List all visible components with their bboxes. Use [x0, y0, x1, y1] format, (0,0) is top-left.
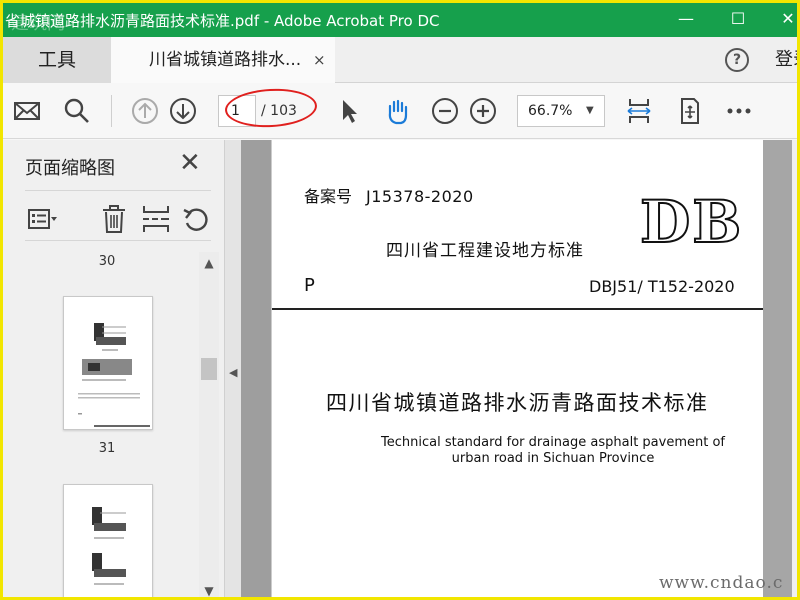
record-label: 备案号 — [304, 187, 353, 206]
thumbnail-panel: 页面缩略图 ✕ 30 31 ▲ ▼ — [3, 140, 225, 597]
panel-scrollbar[interactable] — [199, 252, 219, 597]
options-menu-icon[interactable] — [27, 204, 57, 234]
page-up-icon[interactable] — [131, 97, 159, 125]
thumbnail-label: 30 — [98, 254, 116, 269]
panel-toolbar — [3, 200, 225, 240]
toolbar: 1 / 103 66.7% ▼ — [3, 83, 797, 139]
insert-page-icon[interactable] — [141, 204, 171, 234]
close-icon[interactable]: ✕ — [179, 148, 201, 178]
trash-icon[interactable] — [99, 204, 129, 234]
site-watermark: www.cndao.c — [659, 573, 784, 593]
zoom-value: 66.7% — [528, 103, 573, 119]
standard-code: DBJ51/ T152-2020 — [589, 277, 735, 296]
zoom-in-icon[interactable] — [469, 97, 497, 125]
zoom-out-icon[interactable] — [431, 97, 459, 125]
rotate-icon[interactable] — [181, 204, 211, 234]
close-window-button[interactable]: ✕ — [773, 7, 797, 31]
toolbar-divider — [111, 95, 112, 127]
class-code: P — [304, 275, 315, 296]
panel-divider — [25, 240, 211, 241]
english-title-line2: urban road in Sichuan Province — [451, 451, 655, 466]
thumbnail-page[interactable] — [63, 296, 153, 430]
header-rule — [272, 308, 764, 310]
fit-width-icon[interactable] — [625, 97, 653, 125]
title-bar: 省城镇道路排水沥青路面技术标准.pdf - Adobe Acrobat Pro … — [3, 3, 797, 37]
maximize-button[interactable]: ☐ — [723, 7, 753, 31]
login-button[interactable]: 登录 — [775, 37, 797, 83]
help-icon[interactable]: ? — [725, 48, 749, 72]
hand-icon[interactable] — [383, 97, 411, 125]
standard-type: 四川省工程建设地方标准 — [386, 241, 584, 261]
tab-bar: 工具 川省城镇道路排水... × ? 登录 — [3, 37, 797, 83]
mail-icon[interactable] — [13, 97, 41, 125]
tab-close-button[interactable]: × — [313, 37, 326, 83]
tab-document-label: 川省城镇道路排水... — [149, 50, 302, 70]
thumbnail-preview — [92, 507, 126, 585]
scroll-down-arrow[interactable]: ▼ — [201, 584, 217, 597]
chevron-down-icon: ▼ — [586, 105, 594, 116]
thumbnail-preview — [78, 323, 150, 427]
search-icon[interactable] — [63, 97, 91, 125]
english-title-line1: Technical standard for drainage asphalt … — [381, 435, 725, 450]
tab-tools[interactable]: 工具 — [3, 37, 111, 83]
page-down-icon[interactable] — [169, 97, 197, 125]
app-window: 省城镇道路排水沥青路面技术标准.pdf - Adobe Acrobat Pro … — [0, 0, 800, 600]
db-logo: DB — [639, 188, 744, 256]
panel-divider — [25, 190, 211, 191]
tab-document[interactable]: 川省城镇道路排水... — [111, 37, 335, 83]
panel-scroll-thumb[interactable] — [201, 358, 217, 380]
more-icon[interactable] — [725, 97, 753, 125]
corner-watermark: 建筑网 — [11, 13, 65, 34]
document-title: 四川省城镇道路排水沥青路面技术标准 — [326, 391, 709, 415]
record-number-line: 备案号 J15378-2020 — [304, 183, 474, 207]
thumbnail-label: 31 — [98, 441, 116, 456]
scroll-up-arrow[interactable]: ▲ — [201, 256, 217, 270]
record-number: J15378-2020 — [366, 187, 474, 206]
minimize-button[interactable]: — — [671, 7, 701, 31]
pdf-page: 备案号 J15378-2020 DB 四川省工程建设地方标准 P DBJ51/ T… — [271, 140, 764, 597]
panel-title: 页面缩略图 — [25, 158, 115, 179]
select-arrow-icon[interactable] — [335, 97, 363, 125]
collapse-arrow-icon[interactable]: ◀ — [229, 366, 237, 379]
thumbnail-page[interactable] — [63, 484, 153, 597]
rotate-view-icon[interactable] — [675, 97, 703, 125]
document-scrollbar[interactable] — [792, 140, 797, 597]
zoom-select[interactable]: 66.7% ▼ — [517, 95, 605, 127]
window-title: 省城镇道路排水沥青路面技术标准.pdf - Adobe Acrobat Pro … — [5, 12, 440, 30]
document-margin — [763, 140, 793, 597]
